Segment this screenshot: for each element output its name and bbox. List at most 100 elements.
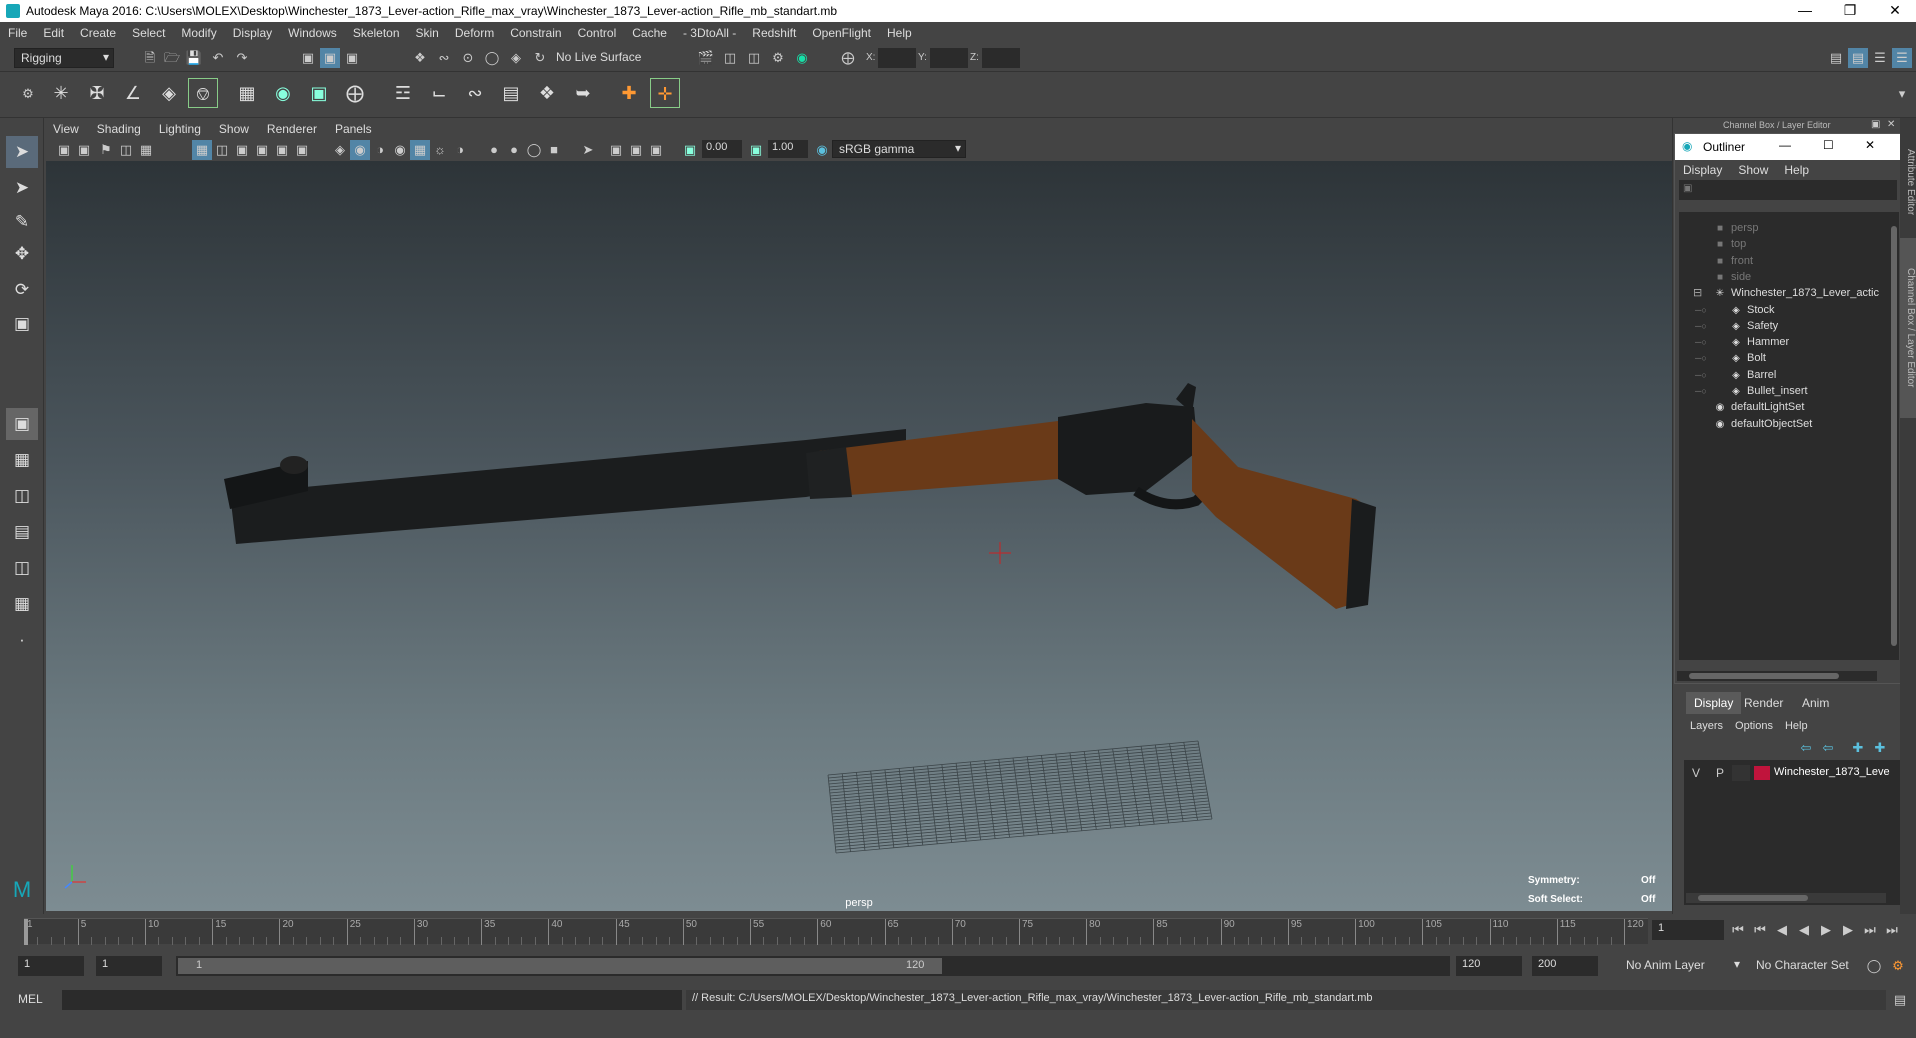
attribute-editor-tab[interactable]: Attribute Editor <box>1900 132 1916 232</box>
field-chart-icon[interactable]: ▣ <box>272 140 292 160</box>
minimize-icon[interactable]: — <box>1779 138 1791 152</box>
step-back-frame-icon[interactable]: ◀ <box>1772 920 1792 940</box>
animation-start-field[interactable]: 1 <box>18 956 84 976</box>
wireframe-icon[interactable]: ▦ <box>192 140 212 160</box>
ik-spline-icon[interactable]: ∠ <box>118 78 148 108</box>
y-field[interactable] <box>930 48 968 68</box>
locator-icon[interactable]: ⎊ <box>188 78 218 108</box>
ambient-occlusion-icon[interactable]: ● <box>484 140 504 160</box>
default-material-icon[interactable]: ◑ <box>370 140 390 160</box>
depth-of-field-icon[interactable]: ■ <box>544 140 564 160</box>
outliner-search[interactable]: ▣ <box>1679 180 1897 200</box>
move-layer-up-icon[interactable]: ⇦ <box>1796 738 1816 758</box>
new-layer-selected-icon[interactable]: ✚ <box>1870 738 1890 758</box>
persp-graph-icon[interactable]: ◫ <box>6 552 38 584</box>
menu-item-3[interactable]: Select <box>124 22 173 44</box>
range-slider-handle[interactable]: 1 120 <box>178 958 942 974</box>
orient-joint-icon[interactable]: ◈ <box>154 78 184 108</box>
attribute-editor-toggle-icon[interactable]: ▤ <box>1848 48 1868 68</box>
menu-set-dropdown[interactable]: Rigging ▾ <box>14 48 114 68</box>
play-backward-icon[interactable]: ◀ <box>1794 920 1814 940</box>
x-field[interactable] <box>878 48 916 68</box>
playback-end-field[interactable]: 120 <box>1456 956 1522 976</box>
layer-name[interactable]: Winchester_1873_Leve <box>1774 766 1890 778</box>
save-scene-icon[interactable]: 💾 <box>184 48 204 68</box>
filter-icon[interactable]: ▣ <box>1679 183 1692 194</box>
character-set-dropdown[interactable]: No Character Set <box>1750 956 1862 976</box>
panel-menu-item-1[interactable]: Shading <box>88 118 150 140</box>
parent-constraint-icon[interactable]: ✚ <box>614 78 644 108</box>
move-layer-down-icon[interactable]: ⇦ <box>1818 738 1838 758</box>
cluster-icon[interactable]: ▦ <box>232 78 262 108</box>
command-language-label[interactable]: MEL <box>18 992 62 1006</box>
side-by-side-icon[interactable]: ◫ <box>6 480 38 512</box>
menu-item-13[interactable]: - 3DtoAll - <box>675 22 744 44</box>
tool-settings-icon[interactable]: ☰ <box>1870 48 1890 68</box>
select-object-icon[interactable]: ▣ <box>320 48 340 68</box>
render-settings-icon[interactable]: ⚙ <box>768 48 788 68</box>
layer-row[interactable]: V P Winchester_1873_Leve <box>1688 764 1896 782</box>
panel-menu-item-0[interactable]: View <box>44 118 88 140</box>
joint-tool-icon[interactable]: ✳ <box>46 78 76 108</box>
menu-item-6[interactable]: Windows <box>280 22 345 44</box>
shelf-scroll-icon[interactable]: ▾ <box>1892 84 1912 104</box>
menu-item-2[interactable]: Create <box>72 22 124 44</box>
lattice-icon[interactable]: ◉ <box>268 78 298 108</box>
layer-playback[interactable]: P <box>1716 766 1724 780</box>
current-frame-field[interactable]: 1 <box>1652 920 1724 940</box>
panel-menu-item-5[interactable]: Panels <box>326 118 381 140</box>
close-panel-icon[interactable]: ✕ <box>1887 119 1895 130</box>
menu-item-0[interactable]: File <box>0 22 35 44</box>
orient-constraint-icon[interactable]: ✛ <box>650 78 680 108</box>
scroll-thumb[interactable] <box>1698 895 1808 901</box>
antialias-icon[interactable]: ◯ <box>524 140 544 160</box>
layer-hscrollbar[interactable] <box>1686 893 1886 903</box>
current-time-indicator[interactable] <box>24 919 28 945</box>
layer-tab-2[interactable]: Anim <box>1794 692 1837 714</box>
gamma-icon[interactable]: ▣ <box>746 140 766 160</box>
detach-skin-icon[interactable]: ⌙ <box>424 78 454 108</box>
menu-item-9[interactable]: Deform <box>447 22 502 44</box>
outliner-menu-item-1[interactable]: Show <box>1730 160 1776 180</box>
snap-curve-icon[interactable]: ∾ <box>434 48 454 68</box>
command-input[interactable] <box>62 990 682 1010</box>
isolate-select-icon[interactable]: ➤ <box>578 140 598 160</box>
motion-blur-icon[interactable]: ● <box>504 140 524 160</box>
menu-item-4[interactable]: Modify <box>173 22 224 44</box>
layer-color-swatch[interactable] <box>1754 766 1770 780</box>
panel-menu-item-4[interactable]: Renderer <box>258 118 326 140</box>
single-view-icon[interactable]: ▣ <box>6 408 38 440</box>
outliner-vscrollbar[interactable] <box>1889 212 1899 660</box>
menu-item-5[interactable]: Display <box>225 22 280 44</box>
wireframe-shade-icon[interactable]: ◈ <box>330 140 350 160</box>
menu-item-10[interactable]: Constrain <box>502 22 569 44</box>
camera-select-icon[interactable]: ▣ <box>54 140 74 160</box>
step-forward-key-icon[interactable]: ⏭ <box>1860 920 1880 940</box>
gate-mask-icon[interactable]: ▣ <box>252 140 272 160</box>
paint-select-icon[interactable]: ✎ <box>6 206 38 238</box>
animation-end-field[interactable]: 200 <box>1532 956 1598 976</box>
float-icon[interactable]: ▣ <box>1871 119 1880 130</box>
open-scene-icon[interactable]: 🗁 <box>162 48 182 68</box>
timeline-track[interactable]: 1 5 10 15 20 25 30 35 40 45 50 55 60 65 70 75 80 85 90 95 10… <box>24 918 1648 945</box>
close-icon[interactable]: ✕ <box>1865 138 1875 152</box>
lights-icon[interactable]: ☼ <box>430 140 450 160</box>
restore-icon[interactable]: ❐ <box>1827 0 1873 22</box>
outliner-menu-item-2[interactable]: Help <box>1776 160 1817 180</box>
outliner-menu-item-0[interactable]: Display <box>1675 160 1730 180</box>
shadows-icon[interactable]: ◑ <box>450 140 470 160</box>
select-hierarchy-icon[interactable]: ▣ <box>298 48 318 68</box>
smooth-skin-icon[interactable]: ▤ <box>496 78 526 108</box>
undo-icon[interactable]: ↶ <box>208 48 228 68</box>
view-transform-dropdown[interactable]: sRGB gamma ▾ <box>832 140 966 158</box>
anim-layer-dropdown[interactable]: No Anim Layer ▾ <box>1620 956 1744 976</box>
color-management-icon[interactable]: ◉ <box>812 140 832 160</box>
rifle-receiver[interactable] <box>1058 403 1198 495</box>
hypershade-icon[interactable]: ◉ <box>792 48 812 68</box>
persp-outliner-icon[interactable]: ▤ <box>6 516 38 548</box>
layer-menu-item-0[interactable]: Layers <box>1684 716 1729 736</box>
menu-item-8[interactable]: Skin <box>408 22 447 44</box>
layer-tab-0[interactable]: Display <box>1686 692 1742 714</box>
new-layer-icon[interactable]: ✚ <box>1848 738 1868 758</box>
render-frame-icon[interactable]: ◫ <box>720 48 740 68</box>
